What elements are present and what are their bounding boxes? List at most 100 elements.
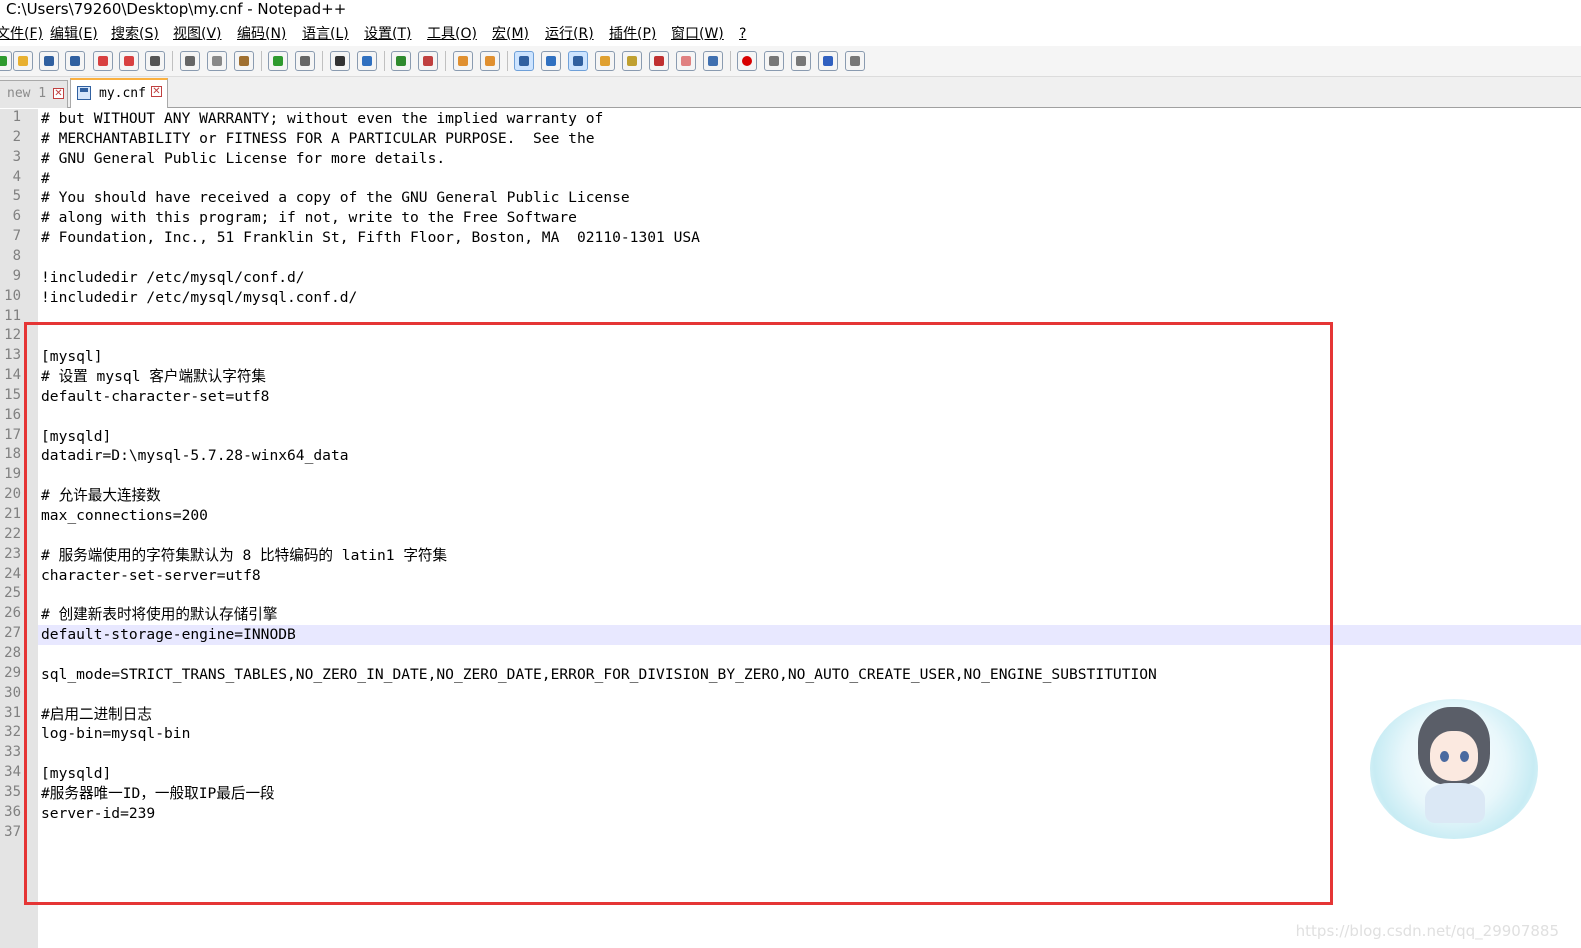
zoom-in-icon[interactable]	[391, 51, 411, 71]
line-number: 9	[12, 267, 21, 284]
code-line[interactable]: 6 # along with this program; if not, writ…	[0, 208, 1581, 228]
tab-my-cnf[interactable]: my.cnf ✕	[70, 78, 168, 108]
new-file-icon[interactable]	[0, 51, 12, 71]
code-line[interactable]: 8	[0, 248, 1581, 268]
code-text: # You should have received a copy of the…	[41, 189, 630, 207]
line-number: 4	[12, 168, 21, 185]
line-number: 19	[4, 466, 21, 483]
menu-edit[interactable]: 编辑(E)	[50, 22, 98, 46]
avatar-face	[1430, 731, 1478, 781]
line-number: 3	[12, 148, 21, 165]
line-number: 32	[4, 724, 21, 741]
line-number: 17	[4, 426, 21, 443]
close-icon[interactable]: ✕	[151, 86, 162, 97]
zoom-out-icon[interactable]	[418, 51, 438, 71]
sync-vertical-icon[interactable]	[453, 51, 473, 71]
line-number: 36	[4, 803, 21, 820]
line-number: 22	[4, 525, 21, 542]
line-number: 24	[4, 565, 21, 582]
menu-view[interactable]: 视图(V)	[173, 22, 222, 46]
indent-guide-icon[interactable]	[568, 51, 588, 71]
line-number: 31	[4, 704, 21, 721]
toolbar-separator	[445, 51, 446, 71]
toolbar	[0, 46, 1581, 77]
code-text: !includedir /etc/mysql/mysql.conf.d/	[41, 288, 358, 306]
line-number: 37	[4, 823, 21, 840]
save-icon[interactable]	[39, 51, 59, 71]
cut-icon[interactable]	[180, 51, 200, 71]
code-text: # GNU General Public License for more de…	[41, 149, 446, 167]
window-title-bar: C:\Users\79260\Desktop\my.cnf - Notepad+…	[0, 0, 1581, 22]
word-wrap-icon[interactable]	[514, 51, 534, 71]
line-number: 35	[4, 783, 21, 800]
menu-macro[interactable]: 宏(M)	[492, 22, 529, 46]
avatar-eye	[1440, 751, 1449, 762]
close-all-icon[interactable]	[119, 51, 139, 71]
save-macro-icon[interactable]	[845, 51, 865, 71]
code-line[interactable]: 10 !includedir /etc/mysql/mysql.conf.d/	[0, 288, 1581, 308]
line-number: 15	[4, 386, 21, 403]
code-text: # MERCHANTABILITY or FITNESS FOR A PARTI…	[41, 129, 595, 147]
menu-settings[interactable]: 设置(T)	[364, 22, 411, 46]
redo-icon[interactable]	[295, 51, 315, 71]
save-all-icon[interactable]	[65, 51, 85, 71]
menu-window[interactable]: 窗口(W)	[671, 22, 724, 46]
show-all-chars-icon[interactable]	[541, 51, 561, 71]
doc-map-icon[interactable]	[622, 51, 642, 71]
menu-tools[interactable]: 工具(O)	[427, 22, 477, 46]
line-number: 20	[4, 486, 21, 503]
menu-file[interactable]: 文件(F)	[0, 22, 43, 46]
line-number: 28	[4, 644, 21, 661]
line-number: 6	[12, 208, 21, 225]
replace-icon[interactable]	[357, 51, 377, 71]
code-line[interactable]: 1 # but WITHOUT ANY WARRANTY; without eve…	[0, 109, 1581, 129]
find-icon[interactable]	[330, 51, 350, 71]
watermark: https://blog.csdn.net/qq_29907885	[1295, 922, 1559, 940]
code-text: # but WITHOUT ANY WARRANTY; without even…	[41, 110, 604, 127]
code-line[interactable]: 3 # GNU General Public License for more d…	[0, 149, 1581, 169]
line-number: 5	[12, 188, 21, 205]
toolbar-separator	[322, 51, 323, 71]
menu-help[interactable]: ?	[739, 22, 746, 46]
tab-label: my.cnf	[99, 86, 146, 101]
line-number: 23	[4, 545, 21, 562]
undo-icon[interactable]	[268, 51, 288, 71]
menu-language[interactable]: 语言(L)	[302, 22, 349, 46]
code-line[interactable]: 2 # MERCHANTABILITY or FITNESS FOR A PART…	[0, 129, 1581, 149]
toolbar-separator	[507, 51, 508, 71]
tab-label: new 1	[7, 86, 47, 101]
editor[interactable]: 1 # but WITHOUT ANY WARRANTY; without eve…	[0, 109, 1581, 948]
open-file-icon[interactable]	[13, 51, 33, 71]
paste-icon[interactable]	[234, 51, 254, 71]
play-macro-icon[interactable]	[791, 51, 811, 71]
code-text: # along with this program; if not, write…	[41, 209, 577, 227]
line-number: 1	[12, 109, 21, 125]
code-line[interactable]: 5 # You should have received a copy of th…	[0, 188, 1581, 208]
line-number: 11	[4, 307, 21, 324]
menu-plugins[interactable]: 插件(P)	[609, 22, 656, 46]
language-icon[interactable]	[595, 51, 615, 71]
menu-encoding[interactable]: 编码(N)	[237, 22, 286, 46]
menu-search[interactable]: 搜索(S)	[111, 22, 159, 46]
window-title: C:\Users\79260\Desktop\my.cnf - Notepad+…	[6, 0, 347, 18]
sync-horizontal-icon[interactable]	[480, 51, 500, 71]
stop-macro-icon[interactable]	[764, 51, 784, 71]
folder-workspace-icon[interactable]	[676, 51, 696, 71]
play-multiple-icon[interactable]	[818, 51, 838, 71]
close-file-icon[interactable]	[93, 51, 113, 71]
avatar-eye	[1460, 751, 1469, 762]
line-number: 13	[4, 347, 21, 364]
copy-icon[interactable]	[207, 51, 227, 71]
line-number: 16	[4, 406, 21, 423]
menu-run[interactable]: 运行(R)	[545, 22, 594, 46]
code-line[interactable]: 4 #	[0, 169, 1581, 189]
tab-new-1[interactable]: new 1 ✕	[0, 80, 68, 108]
function-list-icon[interactable]	[649, 51, 669, 71]
code-line[interactable]: 7 # Foundation, Inc., 51 Franklin St, Fif…	[0, 228, 1581, 248]
code-text: !includedir /etc/mysql/conf.d/	[41, 268, 305, 286]
monitor-icon[interactable]	[703, 51, 723, 71]
close-icon[interactable]: ✕	[53, 88, 64, 99]
print-icon[interactable]	[145, 51, 165, 71]
record-macro-icon[interactable]	[737, 51, 757, 71]
code-line[interactable]: 9 !includedir /etc/mysql/conf.d/	[0, 268, 1581, 288]
